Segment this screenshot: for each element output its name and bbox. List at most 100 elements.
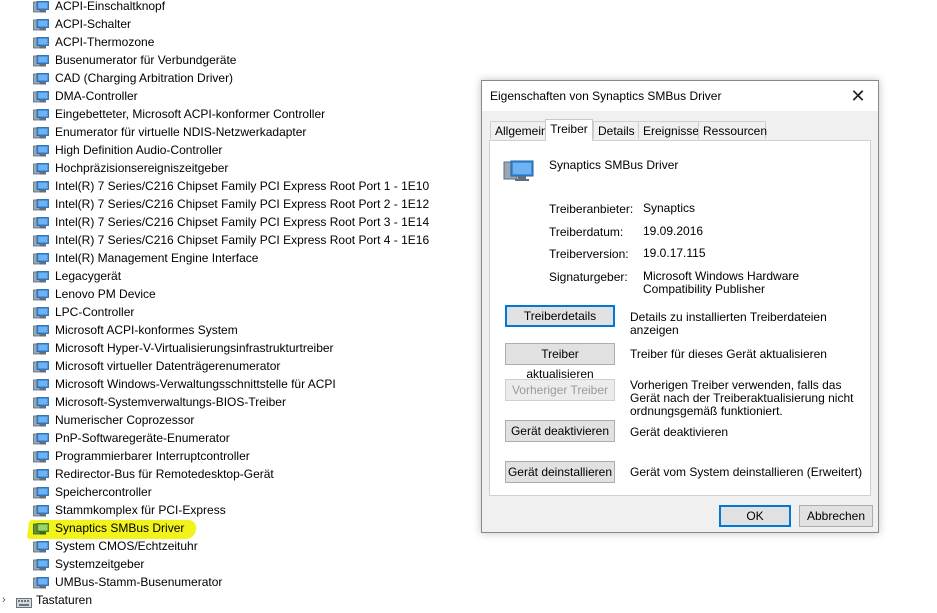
device-label: Speichercontroller xyxy=(55,485,152,499)
device-icon xyxy=(33,522,49,535)
list-item[interactable]: Busenumerator für Verbundgeräte xyxy=(0,51,470,69)
list-item[interactable]: LPC-Controller xyxy=(0,303,470,321)
date-value: 19.09.2016 xyxy=(643,224,704,238)
tab-ressourcen[interactable]: Ressourcen xyxy=(698,121,767,139)
device-label: Hochpräzisionsereigniszeitgeber xyxy=(55,161,229,175)
device-label: Legacygerät xyxy=(55,269,122,283)
tab-allgemein[interactable]: Allgemein xyxy=(490,121,548,139)
list-item[interactable]: Systemzeitgeber xyxy=(0,555,470,573)
driver-details-description: Details zu installierten Treiberdateien … xyxy=(630,310,827,337)
signer-label: Signaturgeber: xyxy=(549,270,628,284)
device-label: Eingebetteter, Microsoft ACPI-konformer … xyxy=(55,107,326,121)
provider-label: Treiberanbieter: xyxy=(549,202,634,216)
device-icon xyxy=(33,216,49,229)
device-label: Redirector-Bus für Remotedesktop-Gerät xyxy=(55,467,274,481)
keyboard-icon xyxy=(16,595,32,608)
provider-value: Synaptics xyxy=(643,201,696,215)
tab-treiber[interactable]: Treiber xyxy=(545,119,593,141)
list-item[interactable]: Speichercontroller xyxy=(0,483,470,501)
list-item[interactable]: Intel(R) 7 Series/C216 Chipset Family PC… xyxy=(0,195,470,213)
device-label: Microsoft ACPI-konformes System xyxy=(55,323,238,337)
device-label: ACPI-Schalter xyxy=(55,17,132,31)
list-item[interactable]: Intel(R) 7 Series/C216 Chipset Family PC… xyxy=(0,177,470,195)
list-item[interactable]: Enumerator für virtuelle NDIS-Netzwerkad… xyxy=(0,123,470,141)
list-item[interactable]: ACPI-Einschaltknopf xyxy=(0,0,470,15)
list-item[interactable]: Redirector-Bus für Remotedesktop-Gerät xyxy=(0,465,470,483)
device-label: DMA-Controller xyxy=(55,89,138,103)
device-icon xyxy=(503,159,535,183)
tab-details[interactable]: Details xyxy=(593,121,639,139)
list-item[interactable]: Intel(R) Management Engine Interface xyxy=(0,249,470,267)
device-icon xyxy=(33,468,49,481)
list-item[interactable]: Microsoft ACPI-konformes System xyxy=(0,321,470,339)
disable-device-button[interactable]: Gerät deaktivieren xyxy=(505,420,615,442)
list-item[interactable]: Microsoft Hyper-V-Virtualisierungsinfras… xyxy=(0,339,470,357)
device-icon xyxy=(33,432,49,445)
list-item[interactable]: Numerischer Coprozessor xyxy=(0,411,470,429)
device-label: System CMOS/Echtzeituhr xyxy=(55,539,198,553)
chevron-right-icon[interactable]: › xyxy=(2,591,6,609)
device-label: Microsoft virtueller Datenträgerenumerat… xyxy=(55,359,281,373)
device-icon xyxy=(33,198,49,211)
device-icon xyxy=(33,36,49,49)
device-label: UMBus-Stamm-Busenumerator xyxy=(55,575,223,589)
list-item[interactable]: DMA-Controller xyxy=(0,87,470,105)
device-icon xyxy=(33,0,49,13)
list-item[interactable]: Legacygerät xyxy=(0,267,470,285)
list-item[interactable]: Eingebetteter, Microsoft ACPI-konformer … xyxy=(0,105,470,123)
device-label: Intel(R) 7 Series/C216 Chipset Family PC… xyxy=(55,179,430,193)
list-item[interactable]: Stammkomplex für PCI-Express xyxy=(0,501,470,519)
category-keyboards[interactable]: › Tastaturen xyxy=(0,591,470,609)
device-label: CAD (Charging Arbitration Driver) xyxy=(55,71,234,85)
signer-value: Microsoft Windows Hardware Compatibility… xyxy=(643,269,800,296)
uninstall-device-description: Gerät vom System deinstallieren (Erweite… xyxy=(630,465,863,479)
list-item[interactable]: System CMOS/Echtzeituhr xyxy=(0,537,470,555)
uninstall-device-button[interactable]: Gerät deinstallieren xyxy=(505,461,615,483)
driver-name: Synaptics SMBus Driver xyxy=(549,158,679,172)
device-icon xyxy=(33,162,49,175)
device-label: Microsoft Windows-Verwaltungsschnittstel… xyxy=(55,377,336,391)
device-icon xyxy=(33,54,49,67)
device-label: Microsoft Hyper-V-Virtualisierungsinfras… xyxy=(55,341,334,355)
device-label: Intel(R) 7 Series/C216 Chipset Family PC… xyxy=(55,197,430,211)
list-item[interactable]: Intel(R) 7 Series/C216 Chipset Family PC… xyxy=(0,213,470,231)
list-item[interactable]: Programmierbarer Interruptcontroller xyxy=(0,447,470,465)
list-item[interactable]: Microsoft-Systemverwaltungs-BIOS-Treiber xyxy=(0,393,470,411)
device-icon xyxy=(33,576,49,589)
update-driver-description: Treiber für dieses Gerät aktualisieren xyxy=(630,347,827,361)
device-icon xyxy=(33,450,49,463)
device-icon xyxy=(33,396,49,409)
list-item[interactable]: High Definition Audio-Controller xyxy=(0,141,470,159)
driver-tab-panel: Synaptics SMBus Driver Treiberanbieter: … xyxy=(489,140,871,496)
list-item[interactable]: UMBus-Stamm-Busenumerator xyxy=(0,573,470,591)
list-item[interactable]: Synaptics SMBus Driver xyxy=(0,519,470,539)
device-icon xyxy=(33,72,49,85)
close-icon[interactable]: ✕ xyxy=(838,81,878,111)
device-label: Programmierbarer Interruptcontroller xyxy=(55,449,250,463)
ok-button[interactable]: OK xyxy=(719,505,791,527)
device-label: Systemzeitgeber xyxy=(55,557,145,571)
list-item[interactable]: Hochpräzisionsereigniszeitgeber xyxy=(0,159,470,177)
list-item[interactable]: Lenovo PM Device xyxy=(0,285,470,303)
list-item[interactable]: PnP-Softwaregeräte-Enumerator xyxy=(0,429,470,447)
update-driver-button[interactable]: Treiber aktualisieren xyxy=(505,343,615,381)
device-icon xyxy=(33,414,49,427)
list-item[interactable]: CAD (Charging Arbitration Driver) xyxy=(0,69,470,87)
device-icon xyxy=(33,234,49,247)
device-label: Numerischer Coprozessor xyxy=(55,413,195,427)
driver-details-button[interactable]: Treiberdetails xyxy=(505,305,615,327)
category-label: Tastaturen xyxy=(36,593,93,607)
device-label: Intel(R) 7 Series/C216 Chipset Family PC… xyxy=(55,215,430,229)
list-item[interactable]: Intel(R) 7 Series/C216 Chipset Family PC… xyxy=(0,231,470,249)
list-item[interactable]: Microsoft virtueller Datenträgerenumerat… xyxy=(0,357,470,375)
properties-dialog: Eigenschaften von Synaptics SMBus Driver… xyxy=(481,80,879,533)
device-icon xyxy=(33,360,49,373)
list-item[interactable]: Microsoft Windows-Verwaltungsschnittstel… xyxy=(0,375,470,393)
device-label: ACPI-Einschaltknopf xyxy=(55,0,166,13)
list-item[interactable]: ACPI-Schalter xyxy=(0,15,470,33)
cancel-button[interactable]: Abbrechen xyxy=(799,505,873,527)
list-item[interactable]: ACPI-Thermozone xyxy=(0,33,470,51)
rollback-driver-button[interactable]: Vorheriger Treiber xyxy=(505,379,615,401)
date-label: Treiberdatum: xyxy=(549,225,624,239)
tab-ereignisse[interactable]: Ereignisse xyxy=(638,121,699,139)
